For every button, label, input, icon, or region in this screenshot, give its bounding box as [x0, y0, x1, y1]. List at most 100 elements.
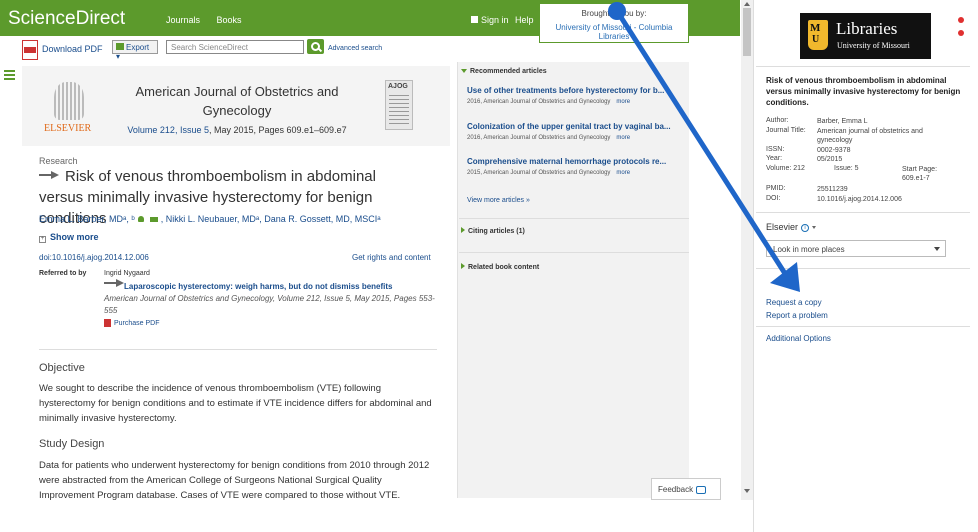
arrow-icon [104, 279, 124, 287]
chevron-down-icon [812, 226, 817, 230]
study-design-text: Data for patients who underwent hysterec… [39, 460, 430, 500]
recommended-item[interactable]: Colonization of the upper genital tract … [467, 122, 683, 141]
show-more-toggle[interactable]: + Show more [39, 232, 99, 243]
author-list: Emma L. Barber, MDᵃ, ᵇ, Nikki L. Neubaue… [39, 214, 381, 224]
citation-title: Risk of venous thromboembolism in abdomi… [766, 76, 961, 107]
recommended-item[interactable]: Use of other treatments before hysterect… [467, 86, 683, 105]
libraries-subtitle: University of Missouri [837, 41, 910, 50]
chevron-down-icon [934, 247, 940, 251]
sciencedirect-logo[interactable]: ScienceDirect [8, 8, 125, 30]
more-link[interactable]: more [616, 170, 630, 176]
referred-article-link[interactable]: Laparoscopic hysterectomy: weigh harms, … [104, 279, 393, 291]
nav-books[interactable]: Books [217, 15, 242, 25]
divider [756, 326, 970, 327]
export-button[interactable]: Export ▾ [112, 40, 158, 61]
pdf-icon[interactable] [22, 40, 38, 60]
section-label: Research [39, 156, 78, 166]
download-pdf-link[interactable]: Download PDF [42, 44, 103, 54]
recommended-item[interactable]: Comprehensive maternal hemorrhage protoc… [467, 157, 683, 176]
menu-icon[interactable] [4, 70, 15, 80]
elsevier-logo[interactable]: ELSEVIER [44, 80, 94, 134]
help-icon[interactable] [958, 30, 964, 36]
doi-value: 10.1016/j.ajog.2014.12.006 [817, 196, 902, 203]
author-link[interactable]: Nikki L. Neubauer, MDᵃ [166, 214, 259, 224]
plus-icon: + [39, 236, 46, 243]
institution-box[interactable]: Brought to you by: University of Missour… [539, 3, 689, 43]
author-label: Author: [766, 117, 789, 124]
author-value: Barber, Emma L [817, 118, 868, 125]
brought-by-label: Brought to you by: [581, 9, 647, 18]
chevron-right-icon [461, 263, 465, 269]
divider [756, 212, 970, 213]
libraries-name: Libraries [836, 19, 898, 38]
chevron-right-icon [461, 227, 465, 233]
more-link[interactable]: more [616, 135, 630, 141]
author-link[interactable]: Dana R. Gossett, MD, MSCIᵃ [264, 214, 380, 224]
volume-info: Volume 212, Issue 5, May 2015, Pages 609… [127, 125, 347, 135]
journal-title[interactable]: American Journal of Obstetrics and Gynec… [123, 82, 351, 120]
top-nav: Journals Books [166, 15, 256, 25]
rights-link[interactable]: Get rights and content [352, 253, 431, 262]
person-icon[interactable] [137, 216, 144, 222]
volume-link[interactable]: Volume 212, Issue 5 [127, 125, 209, 135]
user-icon [471, 16, 478, 23]
issn-value: 0002-9378 [817, 147, 851, 154]
referred-citation: American Journal of Obstetrics and Gynec… [104, 294, 435, 315]
close-icon[interactable] [958, 17, 964, 23]
divider [459, 252, 689, 253]
pmid-value: 25511239 [817, 186, 848, 193]
additional-options-link[interactable]: Additional Options [766, 334, 831, 343]
divider [756, 268, 970, 269]
export-icon [116, 43, 124, 50]
pdf-icon [104, 319, 111, 327]
scroll-down-icon[interactable] [744, 489, 750, 493]
provider-dropdown[interactable]: Elsevier i [766, 222, 817, 232]
objective-text: We sought to describe the incidence of v… [39, 383, 432, 424]
search-icon[interactable] [307, 39, 324, 54]
journal-cover[interactable]: AJOG [385, 80, 413, 130]
start-page-label: Start Page: 609.e1-7 [902, 166, 938, 182]
mizzou-logo-icon: MU [808, 20, 828, 50]
study-design-heading: Study Design [39, 438, 105, 450]
more-link[interactable]: more [616, 99, 630, 105]
advanced-search-link[interactable]: Advanced search [328, 45, 382, 52]
request-copy-link[interactable]: Request a copy [766, 298, 822, 307]
arrow-icon [39, 171, 61, 179]
scrollbar-thumb[interactable] [743, 8, 751, 56]
search-input[interactable]: Search ScienceDirect [166, 40, 304, 54]
referred-by-label: Referred to by [39, 270, 87, 277]
elsevier-tree-icon [54, 82, 84, 120]
citing-articles-toggle[interactable]: Citing articles (1) [461, 227, 525, 235]
scroll-up-icon[interactable] [744, 2, 750, 6]
nav-journals[interactable]: Journals [166, 15, 200, 25]
purchase-pdf-link[interactable]: Purchase PDF [104, 319, 160, 327]
divider [756, 66, 970, 67]
email-icon[interactable] [149, 217, 158, 222]
view-more-articles-link[interactable]: View more articles » [467, 197, 530, 204]
pmid-label: PMID: [766, 185, 786, 192]
year-value: 05/2015 [817, 156, 843, 163]
institution-link[interactable]: University of Missouri - Columbia Librar… [540, 23, 688, 41]
look-more-places-select[interactable]: Look in more places [766, 240, 946, 257]
issue-label: Issue: 5 [834, 165, 859, 172]
scrollbar[interactable] [741, 0, 753, 500]
info-icon[interactable]: i [801, 223, 810, 232]
doi-link[interactable]: doi:10.1016/j.ajog.2014.12.006 [39, 253, 149, 262]
volume-label: Volume: 212 [766, 165, 805, 172]
help-link[interactable]: Help [515, 15, 534, 25]
referred-author: Ingrid Nygaard [104, 270, 150, 277]
recommended-heading[interactable]: Recommended articles [461, 68, 547, 75]
doi-label: DOI: [766, 195, 781, 202]
related-book-content-toggle[interactable]: Related book content [461, 263, 539, 271]
divider [39, 349, 437, 350]
issn-label: ISSN: [766, 146, 785, 153]
year-label: Year: [766, 155, 783, 162]
journal-value: American journal of obstetrics and gynec… [817, 128, 923, 144]
chat-icon [696, 485, 707, 494]
journal-label: Journal Title: [766, 127, 806, 134]
author-link[interactable]: Emma L. Barber, MDᵃ, ᵇ [39, 214, 135, 224]
report-problem-link[interactable]: Report a problem [766, 311, 828, 320]
feedback-button[interactable]: Feedback [651, 478, 721, 500]
chevron-down-icon [461, 69, 467, 73]
sign-in-link[interactable]: Sign in [471, 15, 509, 25]
